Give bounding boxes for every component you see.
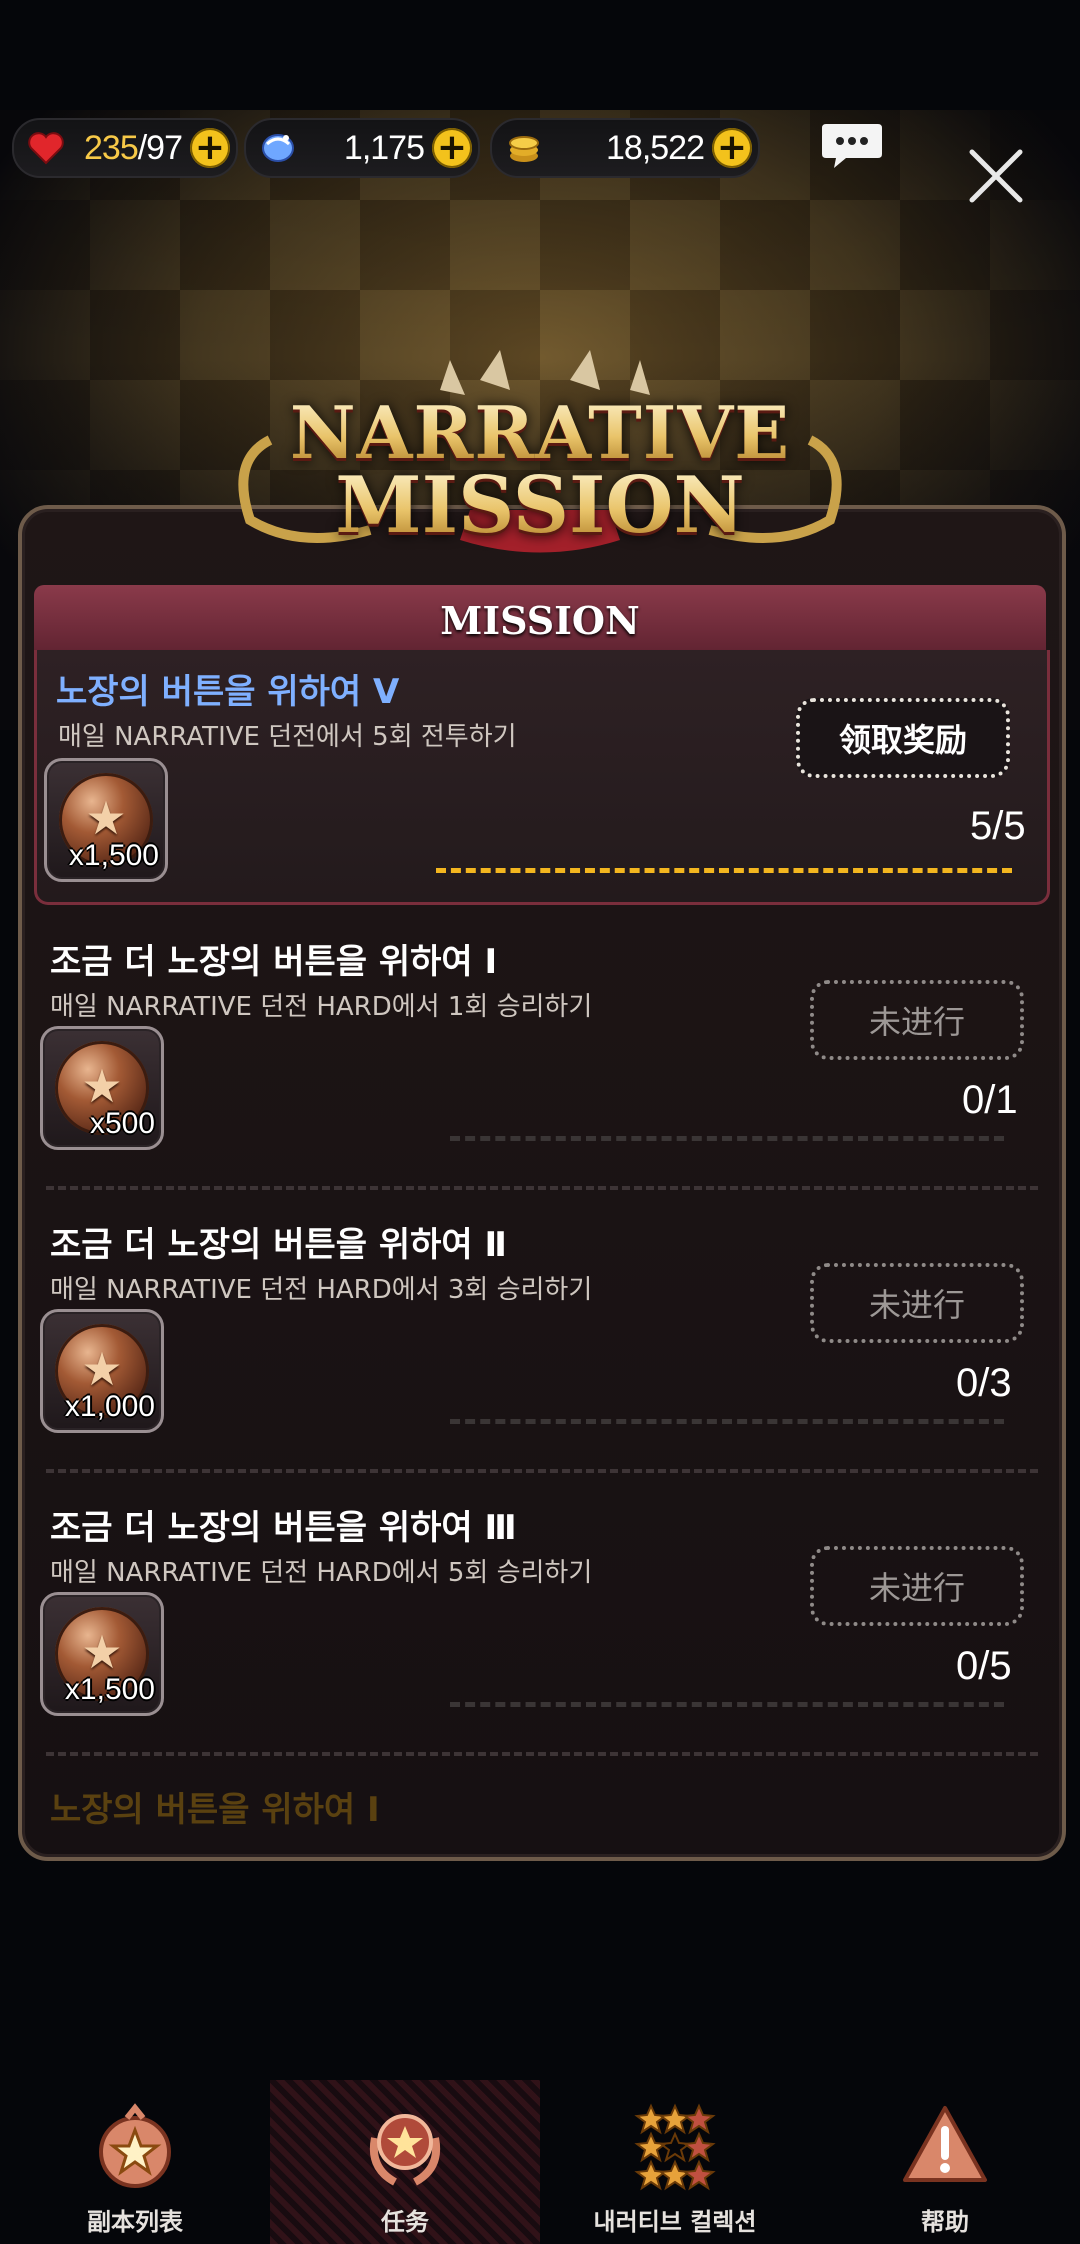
add-stamina-button[interactable]: + xyxy=(190,128,230,168)
stamina-current: 235 xyxy=(84,128,139,167)
narrative-mission-logo: NARRATIVE MISSION xyxy=(210,350,870,560)
mission-title: 조금 더 노장의 버튼을 위하여 Ⅰ xyxy=(50,942,498,982)
gold-counter: 18,522 + xyxy=(490,118,760,178)
nav-dungeon-list[interactable]: 副本列表 xyxy=(0,2080,270,2244)
nav-label: 帮助 xyxy=(921,2208,969,2236)
mission-progress: 5/5 xyxy=(970,804,1026,848)
reward-item: x1,500 xyxy=(44,758,168,882)
progress-track xyxy=(450,1132,1004,1141)
bottom-nav: 副本列表 任务 내러티브 컬렉션 帮助 xyxy=(0,2080,1080,2244)
add-gems-button[interactable]: + xyxy=(432,128,472,168)
mission-desc: 매일 NARRATIVE 던전 HARD에서 1회 승리하기 xyxy=(50,992,593,1022)
nav-label: 任务 xyxy=(381,2208,429,2236)
gold-value: 18,522 xyxy=(606,128,705,167)
section-title: MISSION xyxy=(34,585,1046,657)
chat-icon[interactable] xyxy=(820,120,884,172)
mission-item: 조금 더 노장의 버튼을 위하여 Ⅰ 매일 NARRATIVE 던전 HARD에… xyxy=(34,934,1044,1184)
stamina-max: /97 xyxy=(137,128,183,167)
progress-track xyxy=(436,864,1012,873)
nav-label: 내러티브 컬렉션 xyxy=(593,2208,757,2236)
gem-icon xyxy=(256,126,300,170)
divider xyxy=(46,1469,1038,1473)
reward-qty: x1,500 xyxy=(64,1673,155,1706)
gems-counter: 1,175 + xyxy=(244,118,480,178)
mission-progress: 0/5 xyxy=(956,1644,1012,1688)
mission-progress: 0/1 xyxy=(962,1078,1018,1122)
gems-value: 1,175 xyxy=(343,128,425,167)
dungeon-list-icon xyxy=(87,2098,183,2194)
reward-qty: x1,000 xyxy=(64,1390,155,1423)
reward-item: x500 xyxy=(40,1026,164,1150)
mission-title-faded: 노장의 버튼을 위하여 Ⅰ xyxy=(50,1790,380,1830)
mission-title: 노장의 버튼을 위하여 Ⅴ xyxy=(56,672,400,712)
divider xyxy=(46,1752,1038,1756)
mission-desc: 매일 NARRATIVE 던전에서 5회 전투하기 xyxy=(58,722,517,752)
mission-medal-icon xyxy=(357,2098,453,2194)
mission-desc: 매일 NARRATIVE 던전 HARD에서 5회 승리하기 xyxy=(50,1558,593,1588)
gold-coin-icon xyxy=(502,126,546,170)
logo-line2: MISSION xyxy=(210,460,870,551)
mission-item: 노장의 버튼을 위하여 Ⅴ 매일 NARRATIVE 던전에서 5회 전투하기 … xyxy=(34,664,1044,904)
mission-title: 조금 더 노장의 버튼을 위하여 Ⅱ xyxy=(50,1225,507,1265)
mission-progress: 0/3 xyxy=(956,1361,1012,1405)
not-started-button[interactable]: 未进行 xyxy=(810,980,1024,1060)
mission-desc: 매일 NARRATIVE 던전 HARD에서 3회 승리하기 xyxy=(50,1275,593,1305)
mission-title: 조금 더 노장의 버튼을 위하여 Ⅲ xyxy=(50,1508,517,1548)
mission-item: 조금 더 노장의 버튼을 위하여 Ⅲ 매일 NARRATIVE 던전 HARD에… xyxy=(34,1500,1044,1750)
progress-track xyxy=(450,1415,1004,1424)
reward-qty: x500 xyxy=(89,1107,155,1140)
stamina-counter: 235/97 + xyxy=(12,118,238,178)
progress-track xyxy=(450,1698,1004,1707)
not-started-button[interactable]: 未进行 xyxy=(810,1263,1024,1343)
help-warning-icon xyxy=(897,2098,993,2194)
reward-item: x1,000 xyxy=(40,1309,164,1433)
nav-narrative-collection[interactable]: 내러티브 컬렉션 xyxy=(540,2080,810,2244)
close-icon[interactable] xyxy=(966,146,1026,206)
resource-bar: 235/97 + 1,175 + 18,522 + xyxy=(12,118,1068,178)
stars-collection-icon xyxy=(627,2098,723,2194)
nav-label: 副本列表 xyxy=(87,2208,183,2236)
heart-icon xyxy=(24,126,68,170)
divider xyxy=(46,1186,1038,1190)
nav-help[interactable]: 帮助 xyxy=(810,2080,1080,2244)
claim-reward-button[interactable]: 领取奖励 xyxy=(796,698,1010,778)
reward-item: x1,500 xyxy=(40,1592,164,1716)
reward-qty: x1,500 xyxy=(68,839,159,872)
add-gold-button[interactable]: + xyxy=(712,128,752,168)
not-started-button[interactable]: 未进行 xyxy=(810,1546,1024,1626)
nav-missions[interactable]: 任务 xyxy=(270,2080,540,2244)
mission-item: 조금 더 노장의 버튼을 위하여 Ⅱ 매일 NARRATIVE 던전 HARD에… xyxy=(34,1217,1044,1467)
